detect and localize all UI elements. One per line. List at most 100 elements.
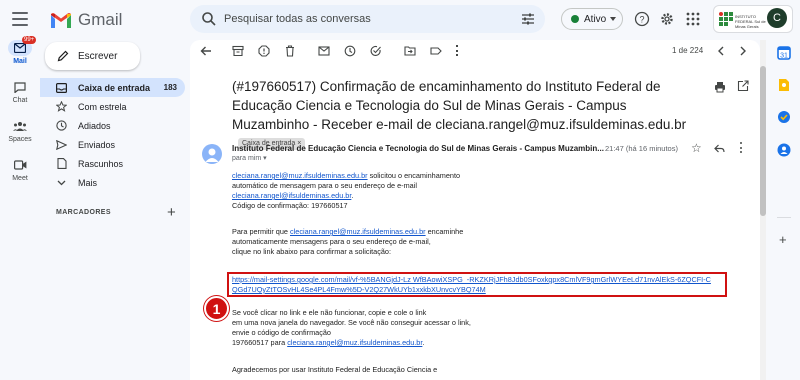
status-label: Ativo	[584, 13, 607, 25]
body-line: 197660517 para cleciana.rangel@muz.ifsul…	[232, 338, 752, 348]
compose-label: Escrever	[78, 50, 118, 62]
body-line: cleciana.rangel@muz.ifsuldeminas.edu.br …	[232, 171, 752, 181]
send-icon	[56, 139, 67, 150]
body-text: Para permitir que	[232, 227, 290, 236]
sidebar-item-label: Mais	[78, 177, 98, 188]
reply-icon[interactable]	[714, 144, 725, 154]
tasks-icon[interactable]	[777, 110, 791, 124]
search-options-icon[interactable]	[521, 12, 535, 26]
contacts-icon[interactable]	[777, 143, 791, 157]
recipients-toggle[interactable]: para mim ▾	[232, 154, 267, 162]
sender-name[interactable]: Instituto Federal de Educação Ciencia e …	[232, 144, 604, 153]
body-text: .	[351, 191, 354, 200]
add-label-button[interactable]: +	[167, 204, 176, 221]
sidebar-item-more[interactable]: Mais	[40, 173, 185, 192]
top-header: Gmail Pesquisar todas as conversas Ativo…	[0, 0, 800, 40]
calendar-icon[interactable]: 31	[777, 46, 791, 60]
back-arrow-icon[interactable]	[200, 45, 212, 57]
star-toggle-icon[interactable]: ☆	[691, 141, 702, 155]
settings-gear-icon[interactable]	[659, 11, 675, 27]
star-icon	[56, 101, 67, 112]
email-paragraph-3: Se você clicar no link e ele não funcion…	[232, 308, 752, 348]
print-icon[interactable]	[714, 81, 726, 93]
sidebar-nav: Caixa de entrada 183 Com estrela Adiados…	[40, 78, 185, 192]
search-icon[interactable]	[201, 11, 217, 27]
help-icon[interactable]: ?	[634, 11, 650, 27]
scrollbar-thumb[interactable]	[760, 66, 766, 216]
mark-unread-icon[interactable]	[318, 45, 330, 57]
side-panel: 31 +	[768, 40, 800, 380]
main-menu-icon[interactable]	[12, 12, 28, 26]
rail-mail-label: Mail	[13, 58, 27, 65]
next-chevron-icon[interactable]	[737, 45, 749, 57]
archive-icon[interactable]	[232, 45, 244, 57]
search-bar[interactable]: Pesquisar todas as conversas	[190, 5, 545, 33]
rail-chat-label: Chat	[12, 97, 28, 104]
recipient-email-link[interactable]: cleciana.rangel@ifsuldeminas.edu.br	[232, 191, 351, 200]
rail-spaces-label: Spaces	[8, 136, 32, 143]
sidebar-item-inbox[interactable]: Caixa de entrada 183	[40, 78, 185, 97]
email-paragraph-4: Agradecemos por usar Instituto Federal d…	[232, 365, 752, 375]
body-text: 197660517 para	[232, 338, 288, 347]
sidebar-item-drafts[interactable]: Rascunhos	[40, 154, 185, 173]
move-to-folder-icon[interactable]	[404, 45, 416, 57]
chevron-down-icon	[610, 17, 617, 21]
sidebar-item-snoozed[interactable]: Adiados	[40, 116, 185, 135]
status-dot-icon	[571, 15, 579, 23]
open-in-new-window-icon[interactable]	[737, 80, 749, 92]
snooze-clock-icon[interactable]	[344, 45, 356, 57]
search-input[interactable]: Pesquisar todas as conversas	[224, 13, 371, 25]
confirmation-link[interactable]: https://mail-settings.google.com/mail/vf…	[232, 275, 712, 295]
inbox-icon	[56, 82, 67, 93]
sidebar-item-label: Rascunhos	[78, 158, 124, 169]
sidebar-item-label: Caixa de entrada	[78, 82, 151, 93]
add-task-icon[interactable]	[370, 45, 382, 57]
message-more-icon[interactable]	[740, 142, 743, 153]
draft-file-icon	[56, 158, 67, 169]
body-line: envie o código de confirmação	[232, 328, 331, 337]
sidebar-item-label: Adiados	[78, 120, 111, 131]
clock-icon	[56, 120, 67, 131]
rail-chat[interactable]: Chat	[0, 79, 40, 104]
body-text: .	[422, 338, 425, 347]
sender-email-link[interactable]: cleciana.rangel@muz.ifsuldeminas.edu.br	[290, 227, 426, 236]
svg-text:?: ?	[639, 15, 644, 25]
gmail-wordmark: Gmail	[78, 10, 123, 29]
more-options-icon[interactable]	[456, 45, 460, 56]
rail-mail[interactable]: 99+ Mail	[0, 36, 40, 65]
status-dropdown[interactable]: Ativo	[561, 8, 623, 30]
get-addons-icon[interactable]: +	[779, 232, 787, 247]
rail-meet[interactable]: Meet	[0, 157, 40, 182]
previous-chevron-icon[interactable]	[715, 45, 727, 57]
apps-grid-icon[interactable]	[685, 11, 701, 27]
sender-avatar[interactable]	[202, 144, 222, 164]
pagination-label: 1 de 224	[672, 46, 704, 55]
gmail-logo[interactable]: Gmail	[50, 10, 122, 30]
keep-icon[interactable]	[777, 78, 791, 92]
sidebar-item-label: Enviados	[78, 139, 116, 150]
body-line: clique no link abaixo para confirmar a s…	[232, 247, 391, 256]
email-paragraph-2: Para permitir que cleciana.rangel@muz.if…	[232, 227, 752, 257]
message-panel: 1 de 224 (#197660517) Confirmação de enc…	[190, 40, 760, 380]
rail-spaces[interactable]: Spaces	[0, 118, 40, 143]
email-subject: (#197660517) Confirmação de encaminhamen…	[232, 77, 702, 153]
label-icon[interactable]	[430, 45, 442, 57]
pencil-icon	[57, 50, 69, 62]
sidebar-item-sent[interactable]: Enviados	[40, 135, 185, 154]
app-rail: 99+ Mail Chat Spaces Meet	[0, 36, 40, 380]
svg-text:31: 31	[780, 53, 788, 60]
body-line: cleciana.rangel@ifsuldeminas.edu.br.	[232, 191, 752, 201]
trash-icon[interactable]	[284, 45, 296, 57]
sender-email-link[interactable]: cleciana.rangel@muz.ifsuldeminas.edu.br	[287, 338, 422, 347]
sidebar-item-starred[interactable]: Com estrela	[40, 97, 185, 116]
sender-email-link[interactable]: cleciana.rangel@muz.ifsuldeminas.edu.br	[232, 171, 368, 180]
unread-badge: 99+	[22, 36, 37, 44]
report-spam-icon[interactable]	[258, 45, 270, 57]
person-icon	[205, 148, 219, 162]
email-paragraph-1: cleciana.rangel@muz.ifsuldeminas.edu.br …	[232, 171, 752, 211]
sidebar-item-label: Com estrela	[78, 101, 127, 112]
body-text: solicitou o encaminhamento	[367, 171, 461, 180]
body-line: Para permitir que cleciana.rangel@muz.if…	[232, 227, 752, 237]
account-avatar[interactable]: C	[767, 8, 787, 28]
compose-button[interactable]: Escrever	[45, 42, 140, 70]
